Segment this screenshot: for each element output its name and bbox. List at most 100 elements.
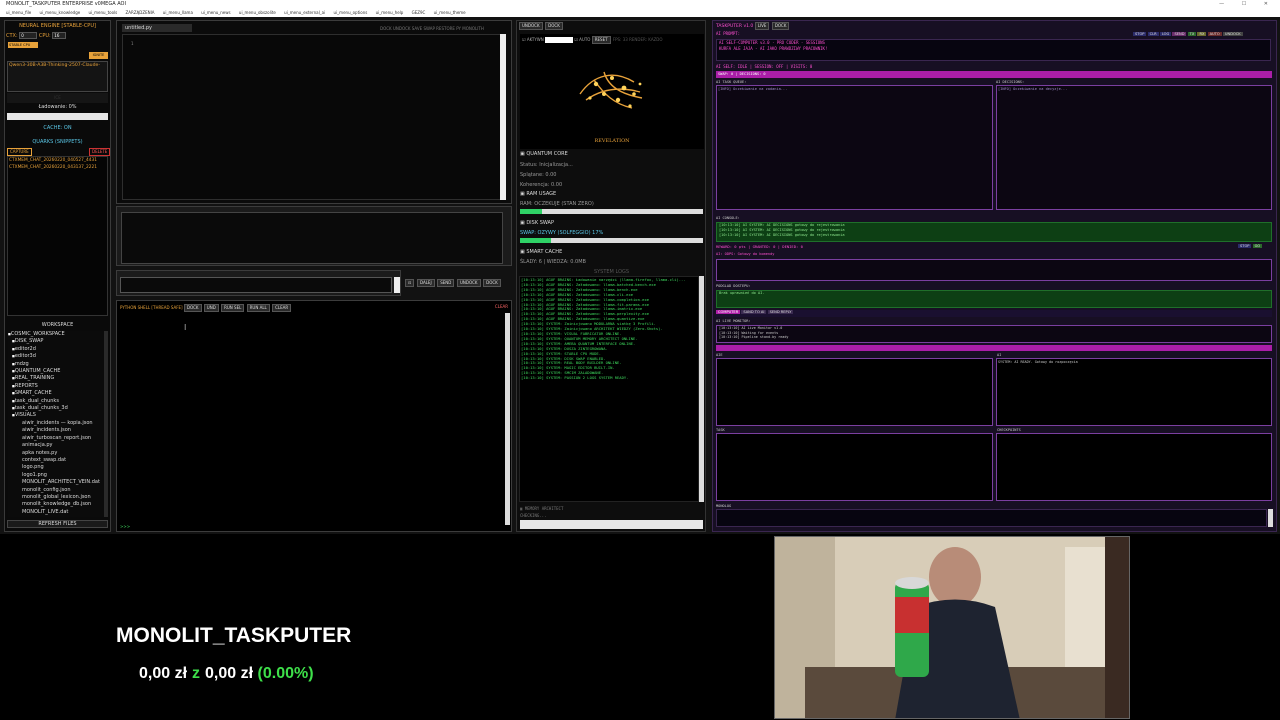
tree-folder[interactable]: mdzg <box>8 361 104 368</box>
tree-folder[interactable]: VISUALS <box>8 412 104 419</box>
menu-external-ai[interactable]: ui_menu_external_ai <box>284 10 325 15</box>
access-box[interactable]: Brak uprawnień do AI. <box>716 290 1272 308</box>
attach-icon[interactable]: ⊡ <box>405 279 415 287</box>
editor-text-area[interactable]: 1 <box>122 34 502 200</box>
taskputer-dock-button[interactable]: DOCK <box>771 22 790 30</box>
tree-folder[interactable]: REAL_TRAINING <box>8 375 104 382</box>
refresh-files-button[interactable]: REFRESH FILES <box>7 520 108 528</box>
shell-exit-button[interactable]: CLEAR <box>495 304 508 309</box>
tree-folder[interactable]: task_dual_chunks <box>8 398 104 405</box>
menu-zarzadzenia[interactable]: ZARZĄDZENIA <box>126 10 155 15</box>
run-selection-button[interactable]: RUN SEL <box>221 304 245 312</box>
model-select[interactable]: Qwen3-30B-A3B-Thinking-2507-Claude- <box>7 61 108 92</box>
tree-folder[interactable]: SMART_CACHE <box>8 390 104 397</box>
menu-news[interactable]: ui_menu_news <box>201 10 230 15</box>
hint-box[interactable] <box>716 259 1272 281</box>
snippet-item[interactable]: CTXMEM_CHAT_20260220_040527_4431 <box>8 157 107 164</box>
active-checkbox[interactable]: ☑ AKTYWN <box>522 37 544 42</box>
shell-output[interactable] <box>119 313 505 525</box>
tree-file[interactable]: logo.png <box>8 464 104 471</box>
editor-py-button[interactable]: PY <box>456 26 461 31</box>
delete-button[interactable]: DELETE <box>89 148 111 156</box>
menu-help[interactable]: ui_menu_help <box>376 10 404 15</box>
tab-sand-to-ai[interactable]: SAND TO AI <box>741 310 767 314</box>
tp-log-button[interactable]: LOG <box>1159 32 1172 36</box>
aie-box[interactable] <box>716 358 993 426</box>
window-controls[interactable]: — ☐ ✕ <box>1219 0 1276 9</box>
editor-restore-button[interactable]: RESTORE <box>436 26 455 31</box>
editor-swap-button[interactable]: SWAP <box>423 26 434 31</box>
tree-file[interactable]: MONOLIT_LIVE.dat <box>8 509 104 516</box>
menu-options[interactable]: ui_menu_options <box>334 10 368 15</box>
tp-tx-button[interactable]: TX <box>1187 32 1197 36</box>
menu-obsolete[interactable]: ui_menu_obszolite <box>239 10 276 15</box>
ctx-input[interactable]: 0 <box>19 32 38 39</box>
chat-output-text[interactable] <box>121 212 503 264</box>
tree-file[interactable]: animacja.py <box>8 442 104 449</box>
cpu-input[interactable]: 16 <box>52 32 67 39</box>
task-box[interactable] <box>716 433 993 501</box>
tree-file[interactable]: MONOLIT_ARCHITECT_VEIN.dat <box>8 479 104 486</box>
run-all-button[interactable]: RUN ALL <box>246 304 270 312</box>
tree-file[interactable]: monolit_config.json <box>8 487 104 494</box>
shell-undock-button[interactable]: UND <box>203 304 219 312</box>
tree-file[interactable]: aiwir_incidents — kopia.json <box>8 420 104 427</box>
menu-tools[interactable]: ui_menu_tools <box>89 10 118 15</box>
speed-input[interactable] <box>545 37 574 43</box>
tree-folder[interactable]: editor2d <box>8 346 104 353</box>
logs-scrollbar[interactable] <box>699 276 704 502</box>
next-button[interactable]: DALEJ <box>416 279 435 287</box>
tree-file[interactable]: aiwir_turboscan_report.json <box>8 435 104 442</box>
stable-cpu-toggle[interactable]: STABLE CPU <box>8 42 38 48</box>
ignite-button[interactable]: IGNITE <box>89 52 108 59</box>
tab-send-reply[interactable]: SEND REPLY <box>767 310 794 314</box>
tree-root[interactable]: COSMIC_WORKSPACE <box>8 331 104 338</box>
tree-scrollbar[interactable] <box>104 331 108 517</box>
task-queue-box[interactable]: [INFO] Oczekiwanie na zadania... <box>716 85 993 210</box>
quantum-dock-button[interactable]: DOCK <box>545 22 563 30</box>
checkpoints-box[interactable] <box>996 433 1272 501</box>
auto-checkbox[interactable]: ☑ AUTO <box>574 37 590 42</box>
editor-undock-button[interactable]: UNDOCK <box>393 26 411 31</box>
editor-save-button[interactable]: SAVE <box>412 26 422 31</box>
ai-box[interactable]: SYSTEM: AI READY. Gotowy do rozpoczęcia <box>996 358 1272 426</box>
tree-file[interactable]: context_swap.dat <box>8 457 104 464</box>
menu-llama[interactable]: ui_menu_llama <box>163 10 193 15</box>
editor-scrollbar[interactable] <box>500 34 506 200</box>
reward-stop-button[interactable]: STOP <box>1238 244 1252 248</box>
ai-console[interactable]: [10:13:10] AI SYSTEM: AI DECISIONS gotow… <box>716 222 1272 242</box>
capture-button[interactable]: CAPTURE <box>7 148 32 156</box>
decisions-box[interactable]: [INFO] Oczekiwanie na decyzje... <box>996 85 1272 210</box>
tp-send-button[interactable]: SEND <box>1172 32 1187 36</box>
tree-file[interactable]: monolit_knowledge_db.json <box>8 501 104 508</box>
editor-dock-button[interactable]: DOCK <box>380 26 392 31</box>
ai-prompt-display[interactable]: AI SELF-COMPUTER v3.0 · PRO CODER · SESS… <box>716 39 1271 61</box>
prompt-input[interactable] <box>120 277 392 293</box>
shell-clear-button[interactable]: CLEAR <box>272 304 292 312</box>
menu-knowledge[interactable]: ui_menu_knowledge <box>39 10 80 15</box>
tree-file[interactable]: aiwir_incidents.json <box>8 427 104 434</box>
tree-file[interactable]: logo1.png <box>8 472 104 479</box>
tp-rx-button[interactable]: RX <box>1197 32 1207 36</box>
tree-file[interactable]: apka notes.py <box>8 450 104 457</box>
undock-button[interactable]: UNDOCK <box>456 279 481 287</box>
tree-folder[interactable]: editor3d <box>8 353 104 360</box>
tree-folder[interactable]: QUANTUM_CACHE <box>8 368 104 375</box>
quantum-reset-button[interactable]: RESET <box>591 36 611 44</box>
prompt-scrollbar[interactable] <box>394 277 400 293</box>
tp-stop-button[interactable]: STOP <box>1133 32 1147 36</box>
quantum-undock-button[interactable]: UNDOCK <box>519 22 543 30</box>
system-logs[interactable]: [10:13:10] AGUF BRAINS: Ładowanie narzęd… <box>519 276 699 502</box>
editor-tab[interactable]: untitled.py <box>122 24 192 32</box>
tree-file[interactable]: monolit_global_lexicon.json <box>8 494 104 501</box>
monolog-box[interactable] <box>716 509 1267 527</box>
tp-clear-button[interactable]: CLR <box>1147 32 1159 36</box>
send-button[interactable]: SEND <box>437 279 455 287</box>
live-monitor[interactable]: [10:13:10] AI Live Monitor v1.0 [10:13:1… <box>716 325 1272 343</box>
tree-folder[interactable]: REPORTS <box>8 383 104 390</box>
monolog-scrollbar[interactable] <box>1268 509 1273 527</box>
shell-scrollbar[interactable] <box>505 313 510 525</box>
menu-file[interactable]: ui_menu_file <box>6 10 31 15</box>
menu-gez[interactable]: GEZ9C <box>412 10 426 15</box>
tree-folder[interactable]: DISK_SWAP <box>8 338 104 345</box>
